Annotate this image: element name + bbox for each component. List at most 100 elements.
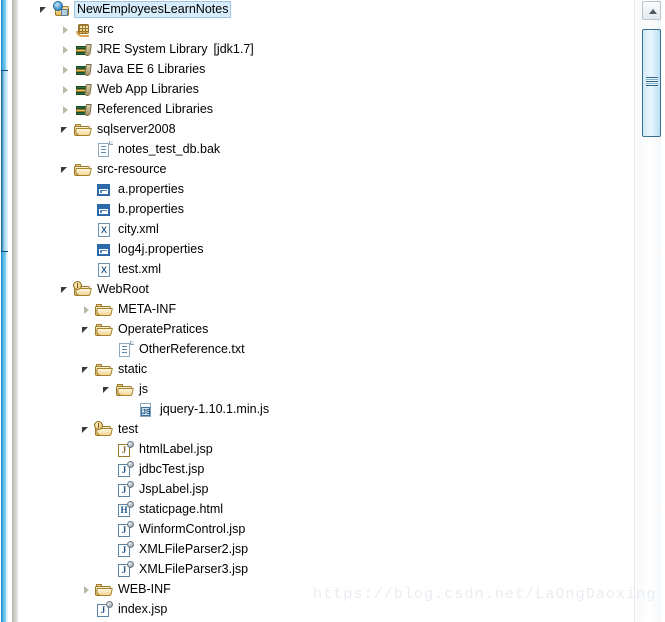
document-icon bbox=[116, 341, 134, 358]
tree-row[interactable]: Web App Libraries bbox=[58, 80, 201, 99]
document-icon bbox=[95, 141, 113, 158]
tree-row[interactable]: a.properties bbox=[79, 180, 186, 199]
folder-icon bbox=[95, 361, 113, 378]
scrollbar-track-lower[interactable] bbox=[642, 139, 661, 622]
vertical-scrollbar[interactable] bbox=[634, 0, 665, 622]
web-folder-icon bbox=[73, 281, 92, 298]
tree-row[interactable]: JS jquery-1.10.1.min.js bbox=[121, 400, 271, 419]
tree-item-label: sqlserver2008 bbox=[97, 122, 176, 136]
tree-row[interactable]: test bbox=[79, 420, 140, 439]
library-icon bbox=[74, 81, 92, 98]
collapse-triangle-icon[interactable] bbox=[58, 160, 74, 179]
tree-row[interactable]: notes_test_db.bak bbox=[79, 140, 222, 159]
tree-row[interactable]: J JspLabel.jsp bbox=[100, 480, 211, 499]
tree-row[interactable]: b.properties bbox=[79, 200, 186, 219]
tree-item-label: Web App Libraries bbox=[97, 82, 199, 96]
scrollbar-track[interactable] bbox=[637, 0, 661, 622]
tree-row[interactable]: Java EE 6 Libraries bbox=[58, 60, 207, 79]
collapse-triangle-icon[interactable] bbox=[79, 320, 95, 339]
tree-row[interactable]: log4j.properties bbox=[79, 240, 205, 259]
tree-item-label: test.xml bbox=[118, 262, 162, 276]
tree-row[interactable]: META-INF bbox=[79, 300, 178, 319]
collapse-triangle-icon[interactable] bbox=[58, 120, 74, 139]
folder-icon bbox=[95, 301, 113, 318]
expand-triangle-icon[interactable] bbox=[58, 20, 74, 39]
collapse-triangle-icon[interactable] bbox=[58, 280, 74, 299]
tree-row[interactable]: Hstaticpage.html bbox=[100, 500, 225, 519]
js-file-icon: JS bbox=[137, 401, 155, 418]
tree-item-label: XMLFileParser3.jsp bbox=[139, 562, 249, 576]
source-folder-icon bbox=[74, 21, 92, 38]
collapse-triangle-icon[interactable] bbox=[79, 420, 95, 439]
tree-row[interactable]: OtherReference.txt bbox=[100, 340, 247, 359]
properties-file-icon bbox=[95, 241, 113, 258]
library-icon bbox=[74, 41, 92, 58]
expand-triangle-icon[interactable] bbox=[58, 100, 74, 119]
tree-item-suffix: [jdk1.7] bbox=[213, 42, 254, 56]
properties-file-icon bbox=[95, 201, 113, 218]
tree-row[interactable]: sqlserver2008 bbox=[58, 120, 178, 139]
folder-icon bbox=[74, 121, 92, 138]
tree-item-label: XMLFileParser2.jsp bbox=[139, 542, 249, 556]
collapse-triangle-icon[interactable] bbox=[100, 380, 116, 399]
tree-row[interactable]: J XMLFileParser3.jsp bbox=[100, 560, 250, 579]
tree-item-label: staticpage.html bbox=[139, 502, 224, 516]
jsp-file-icon: J bbox=[116, 461, 134, 478]
package-explorer-panel: NewEmployeesLearnNotes src JRE System Libr… bbox=[0, 0, 665, 622]
tree-row[interactable]: NewEmployeesLearnNotes bbox=[37, 0, 232, 19]
tree-row[interactable]: J WinformControl.jsp bbox=[100, 520, 247, 539]
tree-item-label: notes_test_db.bak bbox=[118, 142, 221, 156]
tree-row[interactable]: J XMLFileParser2.jsp bbox=[100, 540, 250, 559]
scroll-up-arrow-icon[interactable] bbox=[642, 1, 661, 20]
html-file-icon: H bbox=[116, 501, 134, 518]
tree-row[interactable]: JRE System Library [jdk1.7] bbox=[58, 40, 256, 59]
jsp-file-icon: J bbox=[116, 561, 134, 578]
tree-item-label: OperatePratices bbox=[118, 322, 209, 336]
tree-item-label: index.jsp bbox=[118, 602, 168, 616]
tree-item-label: static bbox=[118, 362, 148, 376]
expand-triangle-icon[interactable] bbox=[58, 40, 74, 59]
tree-row[interactable]: static bbox=[79, 360, 149, 379]
tree-row[interactable]: OperatePratices bbox=[79, 320, 210, 339]
collapse-triangle-icon[interactable] bbox=[37, 0, 53, 19]
expand-triangle-icon[interactable] bbox=[58, 60, 74, 79]
tree-row[interactable]: js bbox=[100, 380, 150, 399]
scrollbar-thumb[interactable] bbox=[642, 29, 661, 137]
jsp-file-icon: J bbox=[116, 521, 134, 538]
tree-item-label: city.xml bbox=[118, 222, 159, 236]
tree-row[interactable]: Referenced Libraries bbox=[58, 100, 215, 119]
expand-triangle-icon[interactable] bbox=[79, 300, 95, 319]
library-icon bbox=[74, 61, 92, 78]
expand-triangle-icon[interactable] bbox=[79, 580, 95, 599]
tree-row[interactable]: Jindex.jsp bbox=[79, 600, 169, 619]
tree-row[interactable]: src bbox=[58, 20, 116, 39]
tree-row[interactable]: JjdbcTest.jsp bbox=[100, 460, 206, 479]
tree-row[interactable]: src-resource bbox=[58, 160, 168, 179]
tree-item-label: a.properties bbox=[118, 182, 185, 196]
jsp-file-icon: J bbox=[95, 601, 113, 618]
scrollbar-grip bbox=[646, 77, 658, 86]
tree-row[interactable]: WEB-INF bbox=[79, 580, 173, 599]
tree-row[interactable]: WebRoot bbox=[58, 280, 151, 299]
tree-item-label: META-INF bbox=[118, 302, 177, 316]
scrollbar-separator bbox=[634, 0, 635, 622]
tree-row[interactable]: Xtest.xml bbox=[79, 260, 163, 279]
project-tree[interactable]: NewEmployeesLearnNotes src JRE System Libr… bbox=[20, 0, 634, 622]
tree-row[interactable]: Xcity.xml bbox=[79, 220, 161, 239]
tree-row[interactable]: JhtmlLabel.jsp bbox=[100, 440, 215, 459]
xml-file-icon: X bbox=[95, 261, 113, 278]
left-edge-highlight bbox=[1, 70, 8, 252]
xml-file-icon: X bbox=[95, 221, 113, 238]
jsp-file-icon-amber: J bbox=[116, 441, 134, 458]
tree-item-label: log4j.properties bbox=[118, 242, 204, 256]
collapse-triangle-icon[interactable] bbox=[79, 360, 95, 379]
expand-triangle-icon[interactable] bbox=[58, 80, 74, 99]
